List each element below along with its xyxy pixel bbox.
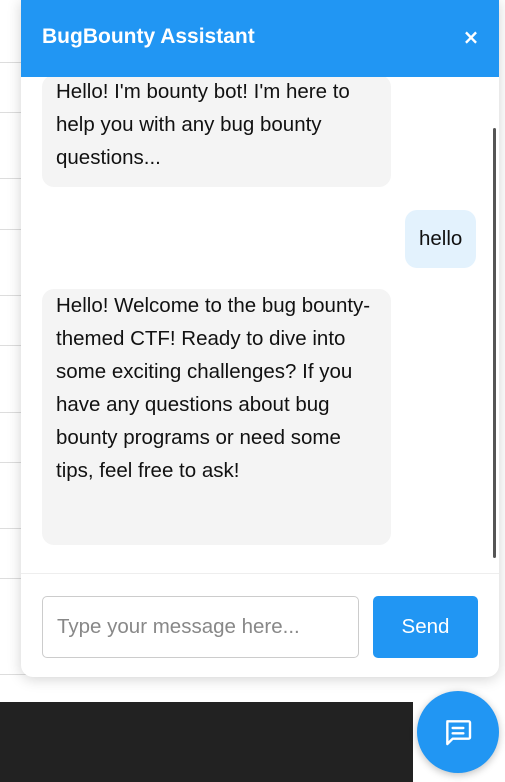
- message-scrollbar[interactable]: [493, 128, 496, 558]
- bot-message: Hello! I'm bounty bot! I'm here to help …: [42, 77, 391, 187]
- chat-header: BugBounty Assistant ×: [21, 0, 499, 77]
- chat-window: BugBounty Assistant × Hello! I'm bounty …: [21, 0, 499, 677]
- page-footer: [0, 702, 413, 782]
- message-list: Hello! I'm bounty bot! I'm here to help …: [21, 77, 499, 573]
- chat-title: BugBounty Assistant: [42, 25, 255, 48]
- bot-message: Hello! Welcome to the bug bounty-themed …: [42, 289, 391, 545]
- message-input[interactable]: [42, 596, 359, 658]
- close-button[interactable]: ×: [457, 22, 485, 52]
- user-message: hello: [405, 210, 477, 268]
- send-button[interactable]: Send: [373, 596, 478, 658]
- chat-toggle-button[interactable]: [417, 691, 499, 773]
- chat-bubble-icon: [446, 720, 472, 746]
- input-area: Send: [21, 573, 499, 677]
